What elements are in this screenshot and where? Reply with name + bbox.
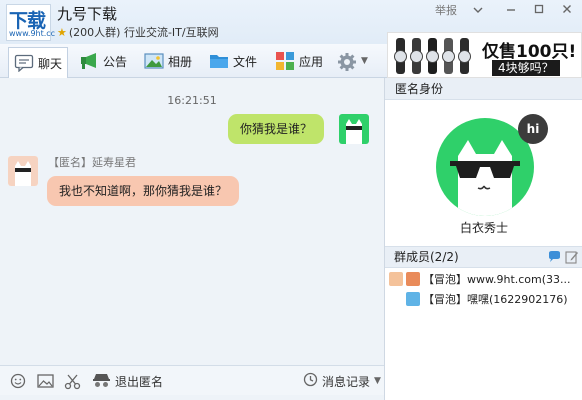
emoji-icon[interactable]	[10, 372, 26, 390]
chevron-down-icon[interactable]	[470, 2, 486, 20]
member-row[interactable]: 【冒泡】 www.9ht.com(33...	[385, 269, 582, 289]
tab-chat[interactable]: 聊天	[8, 47, 69, 78]
sender-avatar[interactable]	[8, 156, 38, 186]
ad-tagline: 4块够吗？	[492, 60, 560, 76]
exit-anonymous-button[interactable]: 退出匿名	[92, 372, 163, 390]
search-members-icon[interactable]	[547, 250, 562, 270]
star-icon: ★	[57, 26, 67, 39]
ad-headline: 仅售100只!	[482, 42, 577, 62]
members-count: 群成员(2/2)	[394, 250, 459, 264]
member-tag: 【冒泡】	[423, 293, 467, 306]
member-avatar	[406, 272, 420, 286]
member-row[interactable]: 【冒泡】 嘿嘿(1622902176)	[385, 289, 582, 309]
tab-label: 聊天	[38, 56, 63, 71]
watch-image	[394, 38, 407, 74]
megaphone-icon	[79, 52, 99, 70]
exit-anonymous-label: 退出匿名	[115, 374, 164, 389]
input-toolbar: 退出匿名 消息记录 ▼	[0, 365, 384, 395]
anonymous-name: 白衣秀士	[459, 221, 508, 235]
message-history-button[interactable]: 消息记录 ▼	[303, 372, 381, 390]
chat-bubble-other[interactable]: 我也不知道啊，那你猜我是谁？	[47, 176, 240, 206]
edit-icon[interactable]	[565, 250, 579, 270]
chevron-down-icon: ▼	[374, 376, 381, 386]
scissors-icon[interactable]	[64, 372, 81, 390]
tab-label: 文件	[233, 54, 258, 69]
close-icon[interactable]	[558, 2, 576, 20]
apps-icon	[275, 52, 295, 70]
member-name: 嘿嘿(1622902176)	[467, 293, 568, 306]
message-history-label: 消息记录	[322, 374, 371, 389]
minimize-icon[interactable]	[502, 2, 520, 20]
anonymous-identity-header: 匿名身份	[385, 78, 582, 100]
watch-image	[442, 38, 455, 74]
watch-image	[426, 38, 439, 74]
member-tag: 【冒泡】	[423, 273, 467, 286]
sender-name[interactable]: 【匿名】延寿星君	[48, 154, 136, 170]
tab-album[interactable]: 相册	[144, 48, 192, 74]
member-name: www.9ht.com(33...	[467, 272, 571, 286]
tab-files[interactable]: 文件	[209, 48, 257, 74]
group-logo[interactable]: 下载 www.9ht.cc	[6, 4, 55, 41]
group-meta-text: (200人群) 行业交流-IT/互联网	[68, 26, 219, 39]
tab-label: 公告	[103, 54, 128, 69]
gear-icon	[337, 52, 357, 71]
photo-icon	[144, 52, 164, 70]
watch-image	[458, 38, 471, 74]
settings-menu[interactable]: ▼	[337, 48, 368, 74]
tab-label: 相册	[168, 54, 193, 69]
right-panel: 匿名身份 hi 白衣秀士 群成员(2/2) 【冒泡】 www.9ht.com(3…	[384, 78, 582, 400]
tab-label: 应用	[299, 54, 324, 69]
watch-image	[410, 38, 423, 74]
group-toolbar: 聊天 公告 相册 文件 应用 ▼	[0, 44, 387, 78]
maximize-icon[interactable]	[530, 2, 548, 20]
member-avatar	[389, 272, 403, 286]
folder-icon	[209, 52, 229, 70]
tab-apps[interactable]: 应用	[275, 48, 323, 74]
group-name[interactable]: 九号下载	[57, 3, 117, 24]
chevron-down-icon: ▼	[361, 56, 368, 66]
group-meta: ★ (200人群) 行业交流-IT/互联网	[57, 24, 219, 40]
chat-bubble-me[interactable]: 你猜我是谁？	[228, 114, 325, 144]
hi-speech-bubble: hi	[518, 114, 548, 144]
anonymous-mask-icon	[92, 372, 111, 391]
chat-area[interactable]: 16:21:51 你猜我是谁？ 【匿名】延寿星君 我也不知道啊，那你猜我是谁？	[0, 78, 384, 365]
clock-icon	[303, 372, 318, 390]
chat-icon	[14, 54, 34, 73]
logo-subtext: www.9ht.cc	[9, 29, 56, 38]
member-avatar	[406, 292, 420, 306]
ad-banner[interactable]: 仅售100只! 4块够吗？	[387, 32, 582, 78]
tab-announcement[interactable]: 公告	[79, 48, 127, 74]
image-icon[interactable]	[37, 372, 54, 390]
my-avatar[interactable]	[339, 114, 369, 144]
report-link[interactable]: 举报	[432, 2, 460, 20]
message-timestamp: 16:21:51	[167, 94, 217, 107]
members-header: 群成员(2/2)	[385, 246, 582, 268]
